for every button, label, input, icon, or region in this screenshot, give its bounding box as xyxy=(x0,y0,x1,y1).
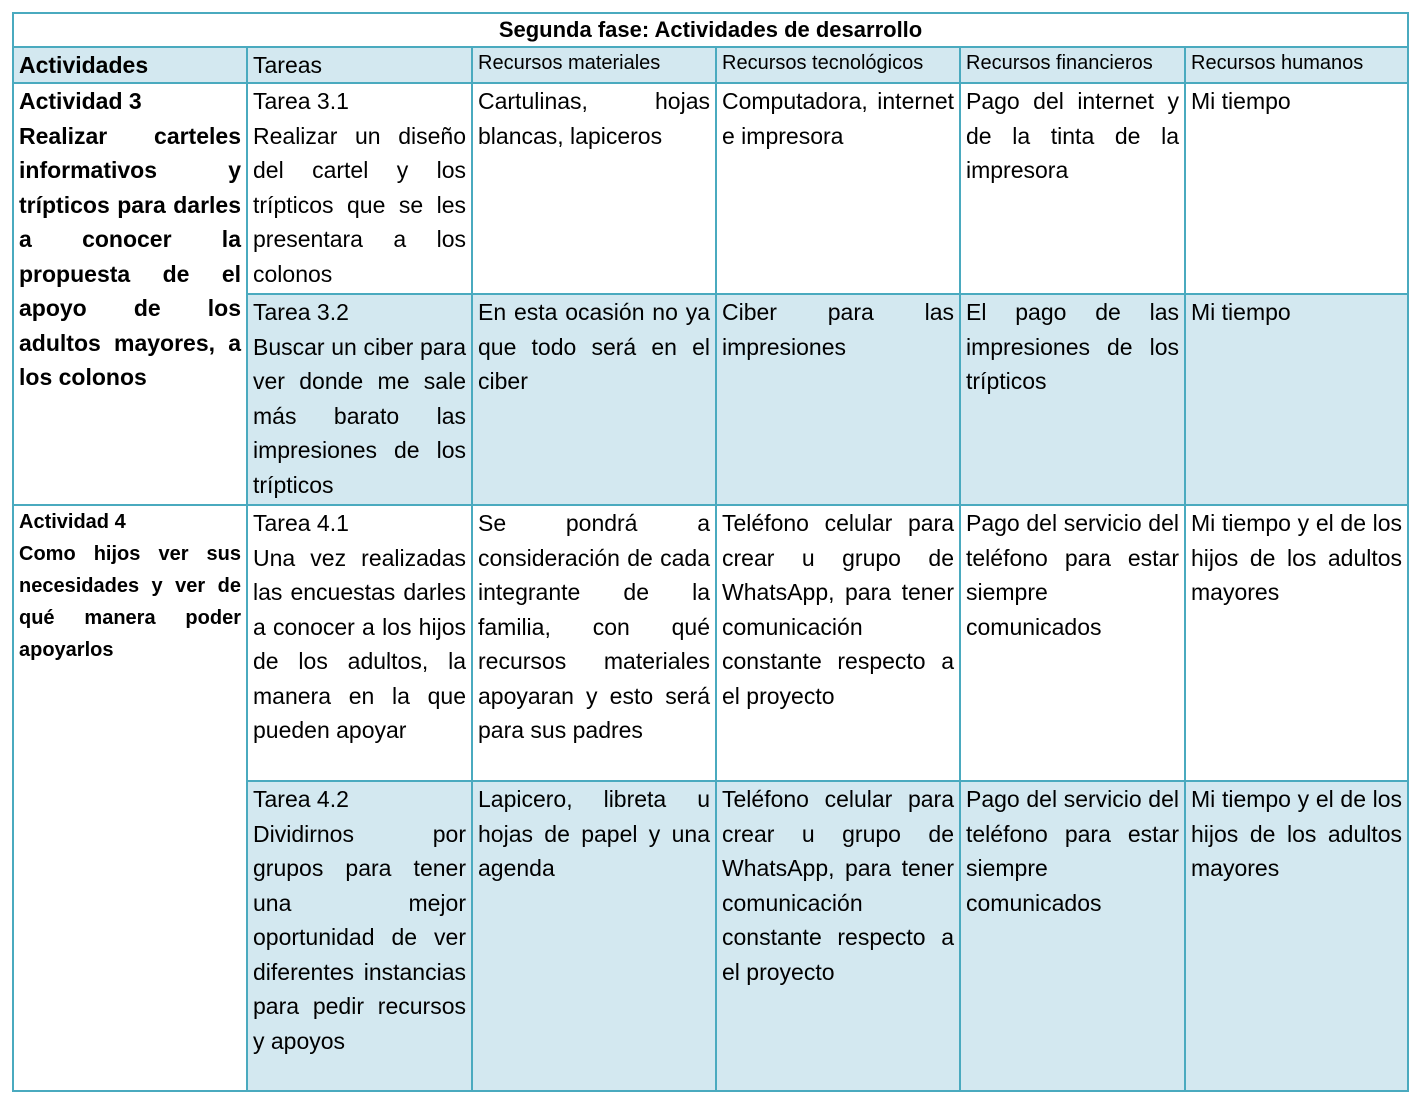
header-recursos-materiales: Recursos materiales xyxy=(471,46,717,84)
header-recursos-financieros: Recursos financieros xyxy=(959,46,1186,84)
header-recursos-tecnologicos: Recursos tecnológicos xyxy=(715,46,961,84)
activity-3-cell: Actividad 3 Realizar carteles informativ… xyxy=(12,82,248,506)
tecnologicos-cell: Ciber para las impresiones xyxy=(715,293,961,506)
humanos-cell: Mi tiempo y el de los hijos de los adult… xyxy=(1183,504,1410,782)
task-name: Tarea 4.2 xyxy=(253,786,349,812)
task-description: Una vez realizadas las encuestas darles … xyxy=(253,544,466,744)
task-name: Tarea 3.1 xyxy=(253,88,349,114)
development-phase-table: Segunda fase: Actividades de desarrollo … xyxy=(11,12,1410,1092)
tecnologicos-cell: Teléfono celular para crear u grupo de W… xyxy=(715,504,961,782)
task-cell: Tarea 4.2 Dividirnos por grupos para ten… xyxy=(246,780,473,1092)
task-cell: Tarea 3.2 Buscar un ciber para ver donde… xyxy=(246,293,473,506)
task-description: Realizar un diseño del cartel y los tríp… xyxy=(253,122,466,287)
materiales-cell: Se pondrá a consideración de cada integr… xyxy=(471,504,717,782)
financieros-cell: Pago del servicio del teléfono para esta… xyxy=(959,780,1186,1092)
task-name: Tarea 4.1 xyxy=(253,510,349,536)
materiales-cell: Lapicero, libreta u hojas de papel y una… xyxy=(471,780,717,1092)
activity-name: Actividad 3 xyxy=(19,88,142,114)
humanos-cell: Mi tiempo xyxy=(1183,293,1410,506)
financieros-cell: Pago del servicio del teléfono para esta… xyxy=(959,504,1186,782)
task-description: Dividirnos por grupos para tener una mej… xyxy=(253,820,466,1054)
humanos-cell: Mi tiempo xyxy=(1183,82,1410,295)
header-tareas: Tareas xyxy=(246,46,473,84)
header-actividades: Actividades xyxy=(12,46,248,84)
materiales-cell: Cartulinas, hojas blancas, lapiceros xyxy=(471,82,717,295)
financieros-cell: El pago de las impresiones de los trípti… xyxy=(959,293,1186,506)
activity-4-cell: Actividad 4 Como hijos ver sus necesidad… xyxy=(12,504,248,1092)
task-cell: Tarea 4.1 Una vez realizadas las encuest… xyxy=(246,504,473,782)
tecnologicos-cell: Teléfono celular para crear u grupo de W… xyxy=(715,780,961,1092)
header-recursos-humanos: Recursos humanos xyxy=(1183,46,1410,84)
activity-description: Realizar carteles informativos y tríptic… xyxy=(19,122,241,391)
materiales-cell: En esta ocasión no ya que todo será en e… xyxy=(471,293,717,506)
tecnologicos-cell: Computadora, internet e impresora xyxy=(715,82,961,295)
task-name: Tarea 3.2 xyxy=(253,299,349,325)
activity-description: Como hijos ver sus necesidades y ver de … xyxy=(19,543,241,661)
task-cell: Tarea 3.1 Realizar un diseño del cartel … xyxy=(246,82,473,295)
financieros-cell: Pago del internet y de la tinta de la im… xyxy=(959,82,1186,295)
table-title: Segunda fase: Actividades de desarrollo xyxy=(11,12,1410,48)
table-row: Actividad 3 Realizar carteles informativ… xyxy=(12,82,1410,506)
table-row: Actividad 4 Como hijos ver sus necesidad… xyxy=(12,504,1410,1092)
activity-name: Actividad 4 xyxy=(19,511,126,533)
header-row: Actividades Tareas Recursos materiales R… xyxy=(12,46,1410,84)
humanos-cell: Mi tiempo y el de los hijos de los adult… xyxy=(1183,780,1410,1092)
task-description: Buscar un ciber para ver donde me sale m… xyxy=(253,333,466,498)
